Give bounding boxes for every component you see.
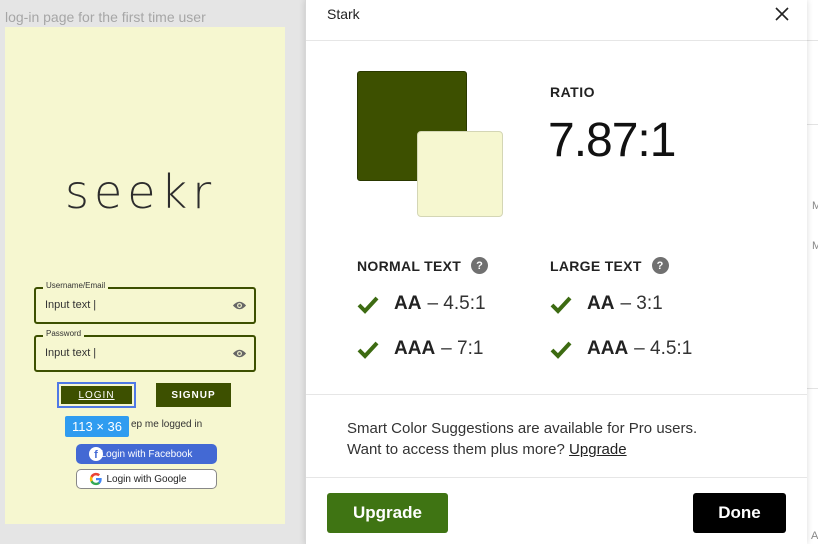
facebook-login-button[interactable]: f Login with Facebook	[76, 444, 217, 464]
checkmark-icon	[550, 341, 572, 359]
background-color-swatch[interactable]	[417, 131, 503, 217]
stark-panel: Stark RATIO 7.87:1 NORMAL TEXT ? LARGE T…	[305, 0, 807, 544]
threshold-label: – 3:1	[620, 293, 663, 314]
checkmark-icon	[550, 296, 572, 314]
level-label: AAA	[587, 338, 629, 359]
panel-title: Stark	[327, 6, 360, 22]
close-icon[interactable]	[774, 6, 790, 22]
divider	[807, 388, 818, 389]
google-login-button[interactable]: Login with Google	[76, 469, 217, 489]
large-text-label: LARGE TEXT	[550, 257, 642, 274]
facebook-icon: f	[89, 447, 103, 461]
signup-button[interactable]: SIGNUP	[156, 383, 231, 407]
keep-logged-in-text[interactable]: ep me logged in	[131, 419, 202, 430]
password-label: Password	[43, 329, 85, 338]
username-label: Username/Email	[43, 281, 109, 290]
promo-line-2-text: Want to access them plus more?	[347, 441, 570, 458]
background-panel-edge: M M A	[806, 0, 818, 544]
truncated-text: M	[812, 200, 818, 212]
large-aaa-row: AAA – 4.5:1	[550, 338, 692, 360]
threshold-label: – 4.5:1	[634, 338, 693, 359]
checkmark-icon	[357, 341, 379, 359]
upgrade-link[interactable]: Upgrade	[569, 441, 627, 458]
google-login-label: Login with Google	[106, 473, 187, 485]
password-value: Input text |	[45, 347, 97, 359]
divider	[807, 124, 818, 125]
promo-line-1: Smart Color Suggestions are available fo…	[347, 420, 698, 437]
level-label: AAA	[394, 338, 436, 359]
login-button-label: LOGIN	[61, 386, 132, 404]
done-button[interactable]: Done	[693, 493, 786, 533]
checkmark-icon	[357, 296, 379, 314]
panel-header: Stark	[306, 0, 807, 41]
divider	[807, 40, 818, 41]
artboard[interactable]: seekr Username/Email Input text | Passwo…	[5, 27, 285, 524]
ratio-label: RATIO	[550, 84, 596, 100]
upgrade-button[interactable]: Upgrade	[327, 493, 448, 533]
pro-promo-text: Smart Color Suggestions are available fo…	[347, 418, 697, 460]
normal-aaa-row: AAA – 7:1	[357, 338, 483, 360]
facebook-login-label: Login with Facebook	[100, 448, 193, 460]
divider	[306, 394, 807, 395]
large-text-heading: LARGE TEXT ?	[550, 257, 669, 274]
large-aa-row: AA – 3:1	[550, 293, 663, 315]
eye-icon[interactable]	[232, 299, 247, 312]
divider	[306, 477, 807, 478]
normal-text-label: NORMAL TEXT	[357, 257, 462, 274]
username-value: Input text |	[45, 299, 97, 311]
password-field[interactable]: Password Input text |	[34, 329, 256, 372]
threshold-label: – 7:1	[441, 338, 484, 359]
dimension-badge: 113 × 36	[65, 416, 129, 437]
threshold-label: – 4.5:1	[427, 293, 486, 314]
frame-title[interactable]: log-in page for the first time user	[5, 9, 206, 25]
username-field[interactable]: Username/Email Input text |	[34, 281, 256, 324]
help-icon[interactable]: ?	[651, 257, 669, 274]
eye-icon[interactable]	[232, 347, 247, 360]
login-button[interactable]: LOGIN	[57, 382, 136, 408]
truncated-text: M	[812, 240, 818, 252]
truncated-text: A	[811, 530, 818, 542]
level-label: AA	[587, 293, 615, 314]
seekr-logo: seekr	[65, 165, 217, 219]
level-label: AA	[394, 293, 422, 314]
help-icon[interactable]: ?	[471, 257, 489, 274]
normal-text-heading: NORMAL TEXT ?	[357, 257, 489, 274]
ratio-value: 7.87:1	[548, 114, 676, 167]
promo-line-2: Want to access them plus more? Upgrade	[347, 439, 697, 460]
google-icon	[89, 472, 102, 486]
normal-aa-row: AA – 4.5:1	[357, 293, 486, 315]
